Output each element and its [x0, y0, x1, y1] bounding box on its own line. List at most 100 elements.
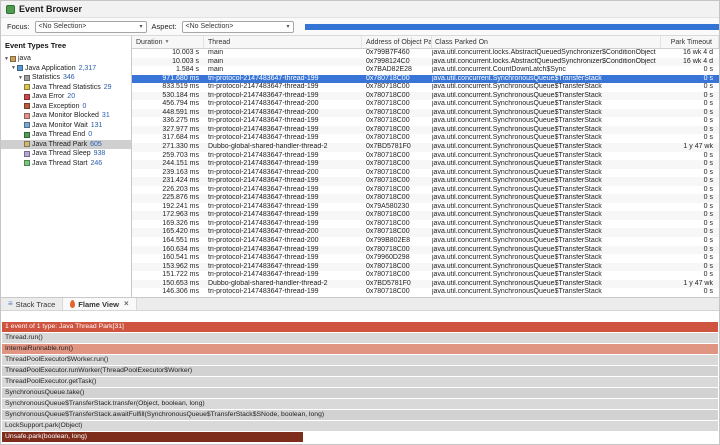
flame-frame[interactable]: Thread.run()	[2, 333, 718, 343]
table-row[interactable]: 317.684 ms tri-protocol-2147483647-thread…	[132, 134, 719, 143]
flame-frame[interactable]: InternalRunnable.run()	[2, 344, 718, 354]
cell-thread: tri-protocol-2147483647-thread-199	[208, 219, 319, 227]
cell-park-timeout: 0 s	[703, 160, 713, 168]
table-row[interactable]: 160.541 ms tri-protocol-2147483647-thread…	[132, 254, 719, 263]
table-row[interactable]: 150.653 ms Dubbo-global-shared-handler-th…	[132, 279, 719, 289]
column-header-duration-label: Duration	[136, 38, 163, 46]
table-row[interactable]: 10.003 s main 0x799B7F460 java.util.concurr…	[132, 49, 719, 58]
table-row[interactable]: 530.184 ms tri-protocol-2147483647-thread…	[132, 91, 719, 101]
cell-address: 0x79960D298	[366, 254, 410, 262]
cell-duration: 169.326 ms	[162, 219, 199, 227]
tab-stack-trace[interactable]: ≡ Stack Trace	[1, 298, 64, 310]
flame-frame[interactable]: SynchronousQueue.take()	[2, 388, 718, 398]
flame-frame[interactable]: 1 event of 1 type: Java Thread Park[31]	[2, 322, 718, 332]
flame-frame[interactable]: SynchronousQueue$TransferStack.transfer(…	[2, 399, 718, 409]
tree-item-java-thread-start[interactable]: Java Thread Start 246	[1, 159, 131, 169]
table-row[interactable]: 146.306 ms tri-protocol-2147483647-thread…	[132, 288, 719, 297]
tree-node-count: 2,317	[78, 64, 97, 72]
stack-trace-icon: ≡	[8, 299, 13, 308]
table-row[interactable]: 336.275 ms tri-protocol-2147483647-thread…	[132, 117, 719, 126]
tree-item-java-monitor-wait[interactable]: Java Monitor Wait 131	[1, 121, 131, 131]
table-row[interactable]: 225.876 ms tri-protocol-2147483647-thread…	[132, 194, 719, 203]
flame-frame[interactable]: ThreadPoolExecutor$Worker.run()	[2, 355, 718, 365]
flame-frame[interactable]: ThreadPoolExecutor.getTask()	[2, 377, 718, 387]
tree-node-java-application[interactable]: ▼ Java Application 2,317	[1, 64, 131, 74]
cell-park-timeout: 0 s	[703, 151, 713, 159]
tree-item-java-thread-statistics[interactable]: Java Thread Statistics 29	[1, 83, 131, 93]
table-row[interactable]: 153.962 ms tri-protocol-2147483647-thread…	[132, 262, 719, 272]
table-row[interactable]: 165.420 ms tri-protocol-2147483647-thread…	[132, 228, 719, 238]
table-row[interactable]: 164.551 ms tri-protocol-2147483647-thread…	[132, 237, 719, 246]
table-row[interactable]: 172.963 ms tri-protocol-2147483647-thread…	[132, 211, 719, 220]
close-icon[interactable]: ×	[124, 300, 129, 308]
cell-address: 0x780718C00	[366, 211, 410, 219]
cell-thread: tri-protocol-2147483647-thread-200	[208, 100, 319, 108]
twisty-icon[interactable]: ▼	[3, 56, 10, 62]
cell-thread: tri-protocol-2147483647-thread-199	[208, 194, 319, 202]
flame-frame[interactable]: Unsafe.park(boolean, long)	[2, 432, 303, 442]
cell-class-parked-on: java.util.concurrent.locks.AbstractQueue…	[432, 49, 656, 56]
cell-class-parked-on: java.util.concurrent.locks.AbstractQueue…	[432, 57, 656, 65]
table-row[interactable]: 160.634 ms tri-protocol-2147483647-thread…	[132, 245, 719, 255]
table-row[interactable]: 151.722 ms tri-protocol-2147483647-thread…	[132, 271, 719, 280]
cell-class-parked-on: java.util.concurrent.SynchronousQueue$Tr…	[432, 228, 602, 236]
tree-item-java-error[interactable]: Java Error 20	[1, 92, 131, 102]
cell-address: 0x780718C00	[366, 134, 410, 142]
twisty-icon[interactable]: ▼	[10, 65, 17, 71]
table-row[interactable]: 10.003 s main 0x7998124C0 java.util.concurr…	[132, 57, 719, 67]
chevron-down-icon: ▾	[139, 23, 143, 30]
event-type-color-icon	[24, 112, 30, 119]
cell-duration: 151.722 ms	[162, 271, 199, 279]
cell-park-timeout: 0 s	[703, 168, 713, 176]
tree-node-icon	[24, 74, 30, 81]
cell-class-parked-on: java.util.concurrent.SynchronousQueue$Tr…	[432, 202, 602, 210]
table-row[interactable]: 327.977 ms tri-protocol-2147483647-thread…	[132, 125, 719, 135]
cell-class-parked-on: java.util.concurrent.SynchronousQueue$Tr…	[432, 151, 602, 159]
main-split: Event Types Tree ▼ java ▼ Java Application 2…	[1, 35, 719, 297]
cell-thread: tri-protocol-2147483647-thread-199	[208, 125, 319, 133]
focus-select[interactable]: <No Selection> ▾	[34, 20, 147, 33]
table-row[interactable]: 833.519 ms tri-protocol-2147483647-thread…	[132, 83, 719, 92]
table-row[interactable]: 231.424 ms tri-protocol-2147483647-thread…	[132, 177, 719, 186]
table-row[interactable]: 271.330 ms Dubbo-global-shared-handler-th…	[132, 143, 719, 152]
table-row[interactable]: 226.203 ms tri-protocol-2147483647-thread…	[132, 186, 719, 195]
cell-class-parked-on: java.util.concurrent.SynchronousQueue$Tr…	[432, 168, 602, 176]
column-header-thread[interactable]: Thread	[204, 36, 362, 48]
table-row[interactable]: 192.241 ms tri-protocol-2147483647-thread…	[132, 203, 719, 212]
event-type-list: Java Thread Statistics 29 Java Error 20 Java…	[1, 83, 131, 169]
tree-item-java-thread-end[interactable]: Java Thread End 0	[1, 130, 131, 140]
cell-thread: tri-protocol-2147483647-thread-199	[208, 177, 319, 185]
timeline-range-bar[interactable]	[304, 23, 719, 30]
tab-flame-view[interactable]: Flame View ×	[63, 298, 137, 310]
tree-node-icon	[17, 65, 23, 72]
cell-duration: 225.876 ms	[162, 194, 199, 202]
event-type-color-icon	[24, 150, 30, 157]
table-row[interactable]: 239.163 ms tri-protocol-2147483647-thread…	[132, 169, 719, 178]
column-header-park-timeout[interactable]: Park Timeout	[661, 36, 719, 48]
tree-item-java-thread-park[interactable]: Java Thread Park 605	[1, 139, 131, 149]
cell-duration: 327.977 ms	[162, 125, 199, 133]
table-row[interactable]: 259.703 ms tri-protocol-2147483647-thread…	[132, 152, 719, 161]
flame-frame[interactable]: LockSupport.park(Object)	[2, 421, 718, 431]
flame-frame[interactable]: SynchronousQueue$TransferStack.awaitFulf…	[2, 410, 718, 420]
aspect-select[interactable]: <No Selection> ▾	[181, 20, 294, 33]
twisty-icon[interactable]: ▼	[17, 75, 24, 81]
table-row[interactable]: 169.326 ms tri-protocol-2147483647-thread…	[132, 220, 719, 229]
table-row[interactable]: 1.584 s main 0x7BAD82E28 java.util.concurre…	[132, 66, 719, 75]
flame-frame[interactable]: ThreadPoolExecutor.runWorker(ThreadPoolE…	[2, 366, 718, 376]
table-row[interactable]: 244.151 ms tri-protocol-2147483647-thread…	[132, 160, 719, 169]
column-header-class-parked-on[interactable]: Class Parked On	[432, 36, 661, 48]
tree-node-java[interactable]: ▼ java	[1, 54, 131, 64]
column-header-address-label: Address of Object Parked On	[366, 38, 432, 46]
table-row[interactable]: 456.794 ms tri-protocol-2147483647-thread…	[132, 100, 719, 109]
tree-item-java-thread-sleep[interactable]: Java Thread Sleep 938	[1, 149, 131, 159]
tree-item-java-exception[interactable]: Java Exception 0	[1, 102, 131, 112]
tree-node-statistics[interactable]: ▼ Statistics 346	[1, 73, 131, 83]
column-header-duration[interactable]: Duration ▼	[132, 36, 204, 48]
cell-park-timeout: 0 s	[703, 117, 713, 125]
table-row[interactable]: 448.591 ms tri-protocol-2147483647-thread…	[132, 108, 719, 118]
tree-item-java-monitor-blocked[interactable]: Java Monitor Blocked 31	[1, 111, 131, 121]
column-header-address[interactable]: Address of Object Parked On	[362, 36, 432, 48]
event-type-count: 31	[101, 112, 110, 120]
table-row[interactable]: 971.680 ms tri-protocol-2147483647-thread…	[132, 74, 719, 84]
